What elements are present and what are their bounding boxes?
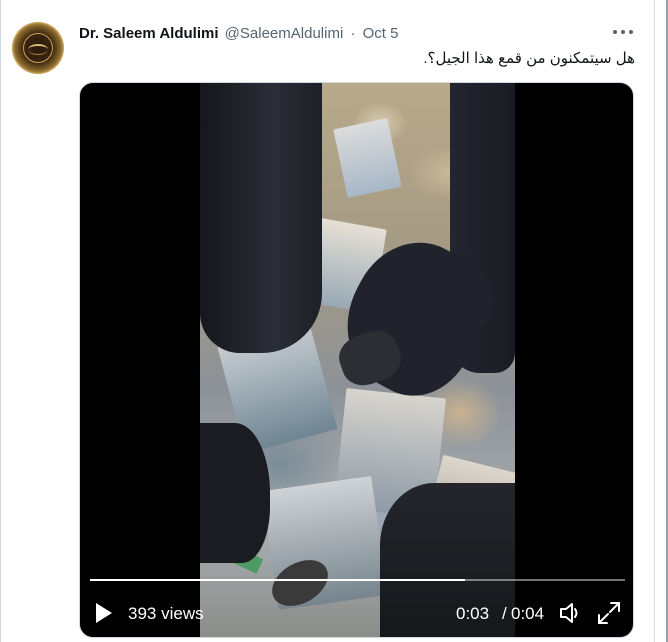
tweet-date[interactable]: Oct 5 [363,25,399,42]
calligraphy-mark [28,44,48,55]
progress-bar[interactable] [90,579,625,581]
video-player[interactable]: 393 views 0:03 / 0:04 [79,82,634,638]
fullscreen-icon[interactable] [596,600,622,626]
header-separator: · [350,25,356,42]
view-count: 393 views [128,604,204,623]
window-right-border [654,0,655,642]
leg-shape [380,483,515,637]
leg-shape [200,423,270,563]
tweet-text: هل سيتمكنون من قمع هذا الجيل؟. [423,50,635,67]
tweet-header: Dr. Saleem Aldulimi @SaleemAldulimi · Oc… [79,25,398,43]
ellipsis-dot [629,30,633,34]
leg-shape [200,83,322,353]
author-handle[interactable]: @SaleemAldulimi [225,25,344,42]
volume-icon[interactable] [558,600,584,626]
video-frame[interactable] [200,83,515,637]
avatar[interactable] [12,22,64,74]
current-time: 0:03 [456,604,490,623]
window-left-border [0,0,1,642]
ellipsis-dot [621,30,625,34]
time-separator: / [502,604,507,623]
author-name[interactable]: Dr. Saleem Aldulimi [79,25,219,42]
progress-fill [90,579,465,581]
more-options-icon[interactable] [612,22,634,42]
ellipsis-dot [613,30,617,34]
duration: 0:04 [511,604,545,623]
play-icon[interactable] [94,601,114,625]
